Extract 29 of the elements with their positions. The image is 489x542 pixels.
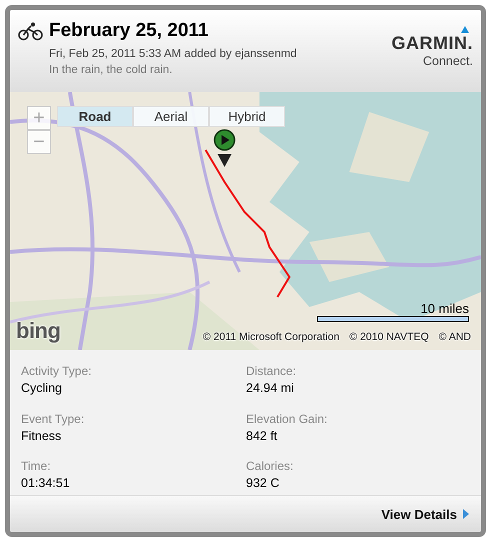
stat-label: Elevation Gain: — [246, 412, 328, 426]
provider-logo: bing — [16, 318, 60, 344]
stat-label: Calories: — [246, 459, 294, 474]
view-details-link[interactable]: View Details — [381, 506, 469, 522]
stat-label: Activity Type: — [21, 364, 92, 378]
map-type-tab[interactable]: Aerial — [133, 106, 209, 127]
copyright-text: © 2010 NAVTEQ — [349, 331, 429, 343]
stat-value: 932 C — [246, 476, 280, 490]
stat-value: Cycling — [21, 381, 63, 395]
activity-subtitle: Fri, Feb 25, 2011 5:33 AM added by ejanssenmd — [49, 48, 298, 60]
copyright-text: © AND — [438, 331, 471, 343]
activity-title: February 25, 2011 — [49, 20, 208, 42]
arrow-icon — [463, 509, 469, 519]
copyright-text: © 2011 Microsoft Corporation — [202, 331, 340, 343]
triangle-icon — [461, 26, 469, 33]
stat-value: 24.94 mi — [246, 381, 295, 395]
stat-label: Distance: — [246, 364, 298, 378]
stat-value: 842 ft — [246, 428, 278, 443]
stat-value: Fitness — [21, 428, 62, 443]
bicycle-icon — [18, 22, 43, 40]
map-type-tab[interactable]: Hybrid — [209, 106, 285, 127]
brand-subtitle: Connect. — [422, 54, 473, 68]
map-type-tab[interactable]: Road — [57, 106, 133, 127]
brand-name: GARMIN. — [392, 33, 473, 54]
stat-value: 01:34:51 — [21, 476, 71, 490]
stat-label: Time: — [21, 459, 52, 474]
scale-label: 10 miles — [420, 301, 469, 316]
activity-description: In the rain, the cold rain. — [49, 64, 174, 76]
stat-label: Event Type: — [21, 412, 86, 426]
